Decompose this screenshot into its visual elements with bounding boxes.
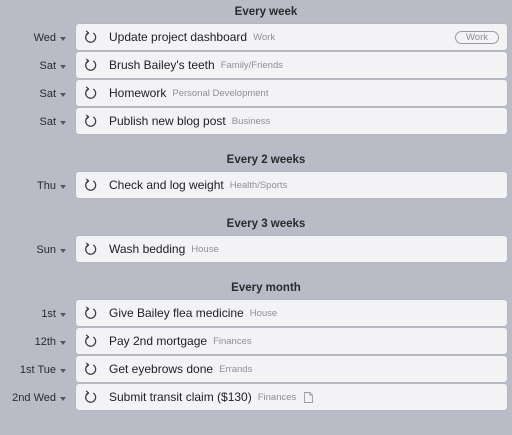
task-category: Errands [219,363,253,375]
task-title: Give Bailey flea medicine [109,306,244,320]
repeat-icon[interactable] [84,114,98,128]
day-selector[interactable]: Sat [39,80,66,108]
task-card[interactable]: Wash bedding House [76,236,507,262]
day-selector[interactable]: Wed [34,24,66,52]
section-title: Every month [231,282,301,294]
chevron-down-icon [60,120,66,125]
task-row: Sun Wash bedding House [0,236,512,264]
day-label: Wed [33,32,56,44]
chevron-down-icon [60,248,66,253]
task-category: House [191,243,219,255]
day-selector[interactable]: 12th [35,328,66,356]
task-row: Sat Homework Personal Development [0,80,512,108]
day-selector[interactable]: Sun [36,236,66,264]
recurring-tasks-list: Every week Wed Update project dashboard … [0,0,512,435]
task-category: Finances [213,335,252,347]
task-category: Business [231,115,271,127]
day-label: 1st Tue [19,364,56,376]
task-card[interactable]: Get eyebrows done Errands [76,356,507,382]
repeat-icon[interactable] [84,306,98,320]
tag-pill[interactable]: Work [455,31,499,44]
task-category: Health/Sports [229,179,288,191]
task-category: House [249,307,278,319]
section-every-2-weeks: Every 2 weeks Thu Check and log weight H… [0,148,512,200]
repeat-icon[interactable] [84,58,98,72]
task-title: Brush Bailey's teeth [109,58,215,72]
task-card[interactable]: Check and log weight Health/Sports [76,172,507,198]
chevron-down-icon [60,368,66,373]
task-category: Family/Friends [220,59,283,71]
task-card[interactable]: Homework Personal Development [76,80,507,106]
day-label: Sat [39,88,56,100]
task-category: Work [253,31,276,43]
day-selector[interactable]: 1st [41,300,66,328]
task-title: Pay 2nd mortgage [109,334,208,348]
day-label: 12th [34,336,56,348]
day-label: 1st [41,308,56,320]
repeat-icon[interactable] [84,334,98,348]
day-label: Sat [39,116,56,128]
note-icon[interactable] [304,391,314,403]
chevron-down-icon [60,340,66,345]
task-title: Submit transit claim ($130) [109,390,252,404]
task-row: 2nd Wed Submit transit claim ($130) Fina… [0,384,512,412]
task-card[interactable]: Publish new blog post Business [76,108,507,134]
day-selector[interactable]: 1st Tue [20,356,66,384]
chevron-down-icon [60,36,66,41]
day-selector[interactable]: Sat [39,52,66,80]
task-card[interactable]: Update project dashboard Work Work [76,24,507,50]
day-label: 2nd Wed [12,392,56,404]
day-selector[interactable]: Sat [39,108,66,136]
task-row: Wed Update project dashboard Work Work [0,24,512,52]
day-selector[interactable]: Thu [37,172,66,200]
repeat-icon[interactable] [84,362,98,376]
repeat-icon[interactable] [84,242,98,256]
section-every-week: Every week Wed Update project dashboard … [0,0,512,136]
repeat-icon[interactable] [84,30,98,44]
task-row: 1st Tue Get eyebrows done Errands [0,356,512,384]
task-title: Homework [109,86,167,100]
repeat-icon[interactable] [84,86,98,100]
task-row: 12th Pay 2nd mortgage Finances [0,328,512,356]
task-title: Get eyebrows done [109,362,214,376]
task-row: 1st Give Bailey flea medicine House [0,300,512,328]
section-every-3-weeks: Every 3 weeks Sun Wash bedding House [0,212,512,264]
section-title: Every 2 weeks [226,154,306,166]
chevron-down-icon [60,64,66,69]
day-label: Thu [37,180,56,192]
task-title: Check and log weight [109,178,224,192]
task-category: Finances [257,391,297,403]
task-row: Sat Publish new blog post Business [0,108,512,136]
day-selector[interactable]: 2nd Wed [12,384,66,412]
task-card[interactable]: Brush Bailey's teeth Family/Friends [76,52,507,78]
chevron-down-icon [60,312,66,317]
chevron-down-icon [60,396,66,401]
task-title: Publish new blog post [109,114,226,128]
task-card[interactable]: Submit transit claim ($130) Finances [76,384,507,410]
task-row: Sat Brush Bailey's teeth Family/Friends [0,52,512,80]
section-every-month: Every month 1st Give Bailey flea medicin… [0,276,512,412]
task-card[interactable]: Give Bailey flea medicine House [76,300,507,326]
task-title: Update project dashboard [109,30,248,44]
task-row: Thu Check and log weight Health/Sports [0,172,512,200]
task-title: Wash bedding [109,242,186,256]
task-category: Personal Development [172,87,269,99]
day-label: Sat [39,60,56,72]
chevron-down-icon [60,184,66,189]
day-label: Sun [36,244,56,256]
chevron-down-icon [60,92,66,97]
section-title: Every 3 weeks [226,218,306,230]
repeat-icon[interactable] [84,390,98,404]
task-card[interactable]: Pay 2nd mortgage Finances [76,328,507,354]
section-title: Every week [234,6,298,18]
repeat-icon[interactable] [84,178,98,192]
